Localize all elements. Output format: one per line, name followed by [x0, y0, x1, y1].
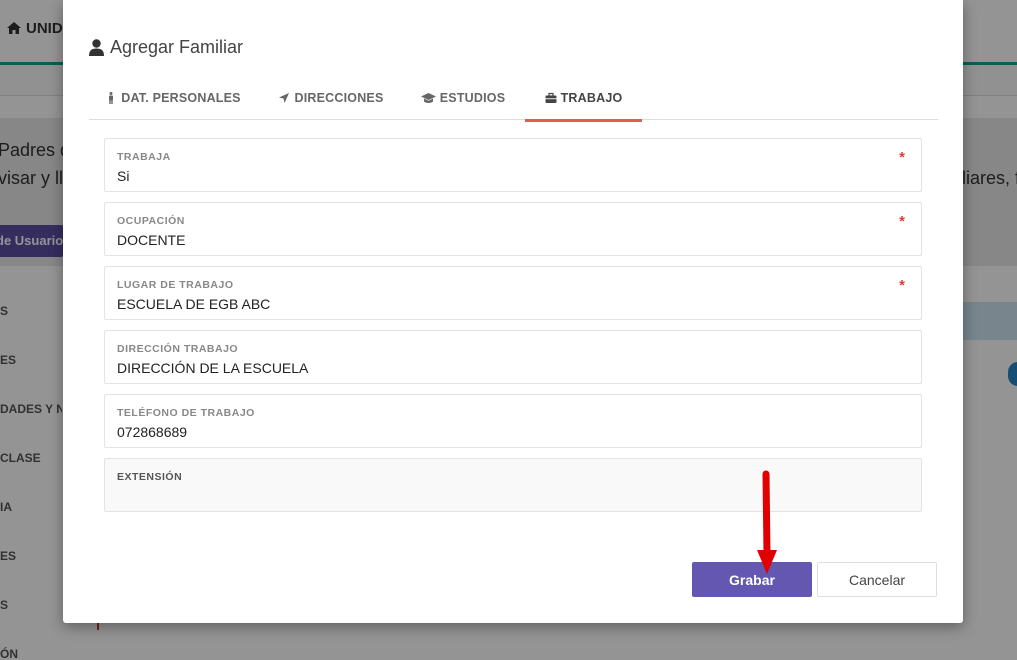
- field-label: LUGAR DE TRABAJO: [117, 279, 234, 291]
- tab-studies[interactable]: ESTUDIOS: [418, 76, 508, 120]
- field-label: TRABAJA: [117, 151, 171, 163]
- field-extension[interactable]: EXTENSIÓN: [104, 458, 922, 512]
- field-label: DIRECCIÓN TRABAJO: [117, 343, 239, 355]
- required-indicator: *: [899, 277, 905, 294]
- modal-title: Agregar Familiar: [89, 37, 243, 58]
- field-workplace[interactable]: LUGAR DE TRABAJO *: [104, 266, 922, 320]
- tab-label: ESTUDIOS: [439, 91, 506, 105]
- tab-label: DIRECCIONES: [294, 91, 384, 105]
- field-work-address[interactable]: DIRECCIÓN TRABAJO: [104, 330, 922, 384]
- extension-input[interactable]: [117, 488, 877, 504]
- tab-work[interactable]: TRABAJO: [525, 76, 642, 122]
- briefcase-icon: [545, 92, 557, 103]
- graduation-cap-icon: [420, 93, 436, 103]
- save-button[interactable]: Grabar: [692, 562, 812, 597]
- modal-title-text: Agregar Familiar: [110, 37, 244, 57]
- tab-addresses[interactable]: DIRECCIONES: [274, 76, 388, 120]
- tab-bar: DAT. PERSONALES DIRECCIONES ESTUDIOS TRA…: [89, 76, 938, 122]
- field-works[interactable]: TRABAJA *: [104, 138, 922, 192]
- field-work-phone[interactable]: TELÉFONO DE TRABAJO: [104, 394, 922, 448]
- occupation-input[interactable]: [117, 232, 877, 248]
- required-indicator: *: [899, 149, 905, 166]
- user-icon: [89, 39, 104, 56]
- tab-label: DAT. PERSONALES: [121, 91, 241, 105]
- required-indicator: *: [899, 213, 905, 230]
- tab-personal-data[interactable]: DAT. PERSONALES: [103, 76, 243, 120]
- works-select[interactable]: [117, 168, 877, 184]
- field-occupation[interactable]: OCUPACIÓN *: [104, 202, 922, 256]
- work-address-input[interactable]: [117, 360, 877, 376]
- workplace-input[interactable]: [117, 296, 877, 312]
- field-label: TELÉFONO DE TRABAJO: [117, 407, 255, 419]
- field-label: EXTENSIÓN: [117, 471, 183, 483]
- cancel-button[interactable]: Cancelar: [817, 562, 937, 597]
- tab-label: TRABAJO: [560, 90, 623, 105]
- add-family-member-modal: Agregar Familiar DAT. PERSONALES DIRECCI…: [63, 0, 963, 623]
- male-icon: [109, 92, 114, 104]
- field-label: OCUPACIÓN: [117, 215, 185, 227]
- location-arrow-icon: [279, 93, 290, 103]
- work-phone-input[interactable]: [117, 424, 877, 440]
